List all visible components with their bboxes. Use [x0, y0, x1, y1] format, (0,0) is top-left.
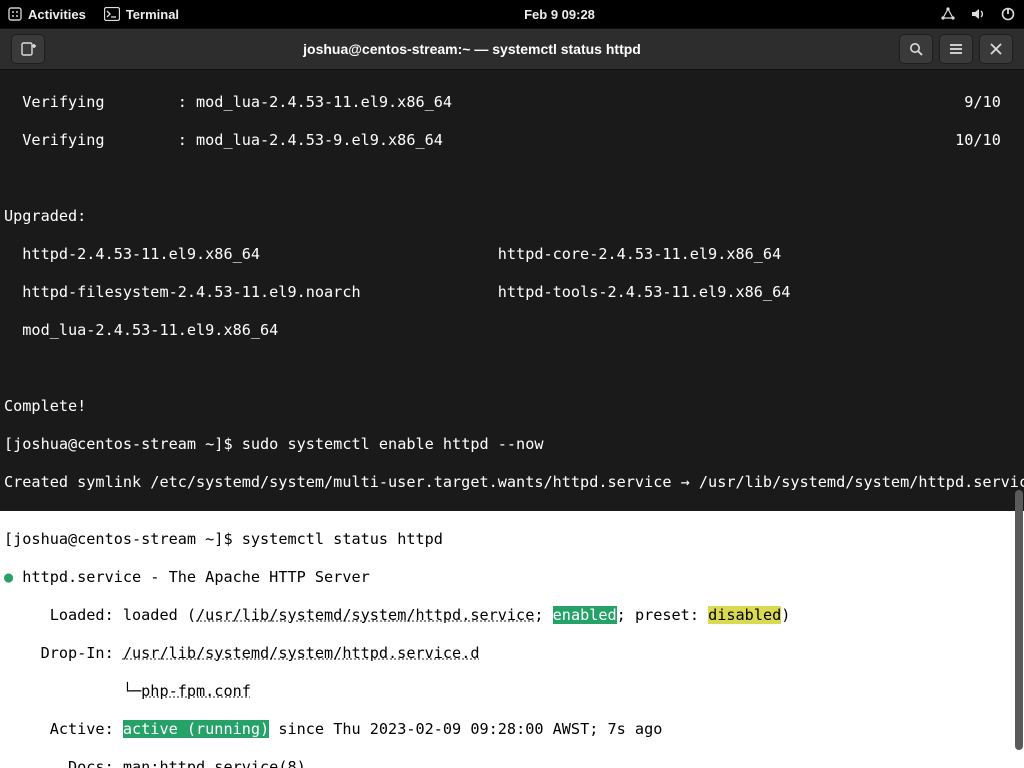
- label: Drop-In:: [4, 644, 123, 662]
- shell-command: systemctl status httpd: [242, 530, 443, 548]
- output-line: Complete!: [4, 397, 1020, 416]
- scrollbar[interactable]: [1014, 70, 1024, 768]
- search-button[interactable]: [899, 34, 933, 64]
- power-icon[interactable]: [1000, 6, 1016, 22]
- dropin-file: php-fpm.conf: [141, 682, 251, 700]
- output-line: Verifying : mod_lua-2.4.53-11.el9.x86_64: [4, 93, 452, 111]
- gnome-topbar: Activities Terminal Feb 9 09:28: [0, 0, 1024, 28]
- volume-icon[interactable]: [970, 6, 986, 22]
- systemctl-status-pane: [joshua@centos-stream ~]$ systemctl stat…: [0, 511, 1024, 768]
- label: Active:: [4, 720, 123, 738]
- output-line: [4, 359, 1020, 378]
- shell-prompt: [joshua@centos-stream ~]$: [4, 530, 242, 548]
- label: Loaded: loaded (: [4, 606, 196, 624]
- output-line: [4, 169, 1020, 188]
- window-title: joshua@centos-stream:~ — systemctl statu…: [48, 41, 896, 57]
- activities-button[interactable]: Activities: [8, 7, 86, 22]
- scrollbar-thumb[interactable]: [1015, 490, 1023, 750]
- output-line: Upgraded:: [4, 207, 1020, 226]
- service-title: httpd.service - The Apache HTTP Server: [13, 568, 370, 586]
- preset-badge: disabled: [708, 606, 781, 624]
- status-dot-icon: ●: [4, 568, 13, 586]
- search-icon: [908, 41, 924, 57]
- output-line: httpd-filesystem-2.4.53-11.el9.noarch ht…: [4, 283, 1020, 302]
- dropin-path: /usr/lib/systemd/system/httpd.service.d: [123, 644, 480, 662]
- docs-link: man:httpd.service(8): [123, 758, 306, 768]
- terminal-app-indicator[interactable]: Terminal: [104, 7, 179, 22]
- menu-button[interactable]: [939, 34, 973, 64]
- output-line: Verifying : mod_lua-2.4.53-9.el9.x86_64: [4, 131, 443, 149]
- network-icon[interactable]: [940, 6, 956, 22]
- label: Docs:: [4, 758, 123, 768]
- terminal-viewport[interactable]: Verifying : mod_lua-2.4.53-11.el9.x86_64…: [0, 70, 1024, 768]
- new-tab-icon: [20, 41, 36, 57]
- shell-prompt: [joshua@centos-stream ~]$: [4, 435, 242, 453]
- clock[interactable]: Feb 9 09:28: [179, 7, 940, 22]
- close-button[interactable]: [979, 34, 1013, 64]
- terminal-icon: [104, 7, 120, 21]
- enabled-badge: enabled: [553, 606, 617, 624]
- output-line: Created symlink /etc/systemd/system/mult…: [4, 473, 1020, 492]
- terminal-output: Verifying : mod_lua-2.4.53-11.el9.x86_64…: [0, 74, 1024, 511]
- active-state: active (running): [123, 720, 269, 738]
- activities-label: Activities: [28, 7, 86, 22]
- window-header: joshua@centos-stream:~ — systemctl statu…: [0, 28, 1024, 70]
- activities-icon: [8, 7, 22, 21]
- unit-path: /usr/lib/systemd/system/httpd.service: [196, 606, 534, 624]
- close-icon: [989, 42, 1003, 56]
- terminal-app-label: Terminal: [126, 7, 179, 22]
- output-counter: 9/10: [964, 93, 1010, 112]
- shell-command: sudo systemctl enable httpd --now: [242, 435, 544, 453]
- output-counter: 10/10: [955, 131, 1010, 150]
- hamburger-icon: [948, 41, 964, 57]
- output-line: mod_lua-2.4.53-11.el9.x86_64: [4, 321, 1020, 340]
- new-tab-button[interactable]: [11, 34, 45, 64]
- output-line: httpd-2.4.53-11.el9.x86_64 httpd-core-2.…: [4, 245, 1020, 264]
- since-time: since Thu 2023-02-09 09:28:00 AWST; 7s a…: [269, 720, 662, 738]
